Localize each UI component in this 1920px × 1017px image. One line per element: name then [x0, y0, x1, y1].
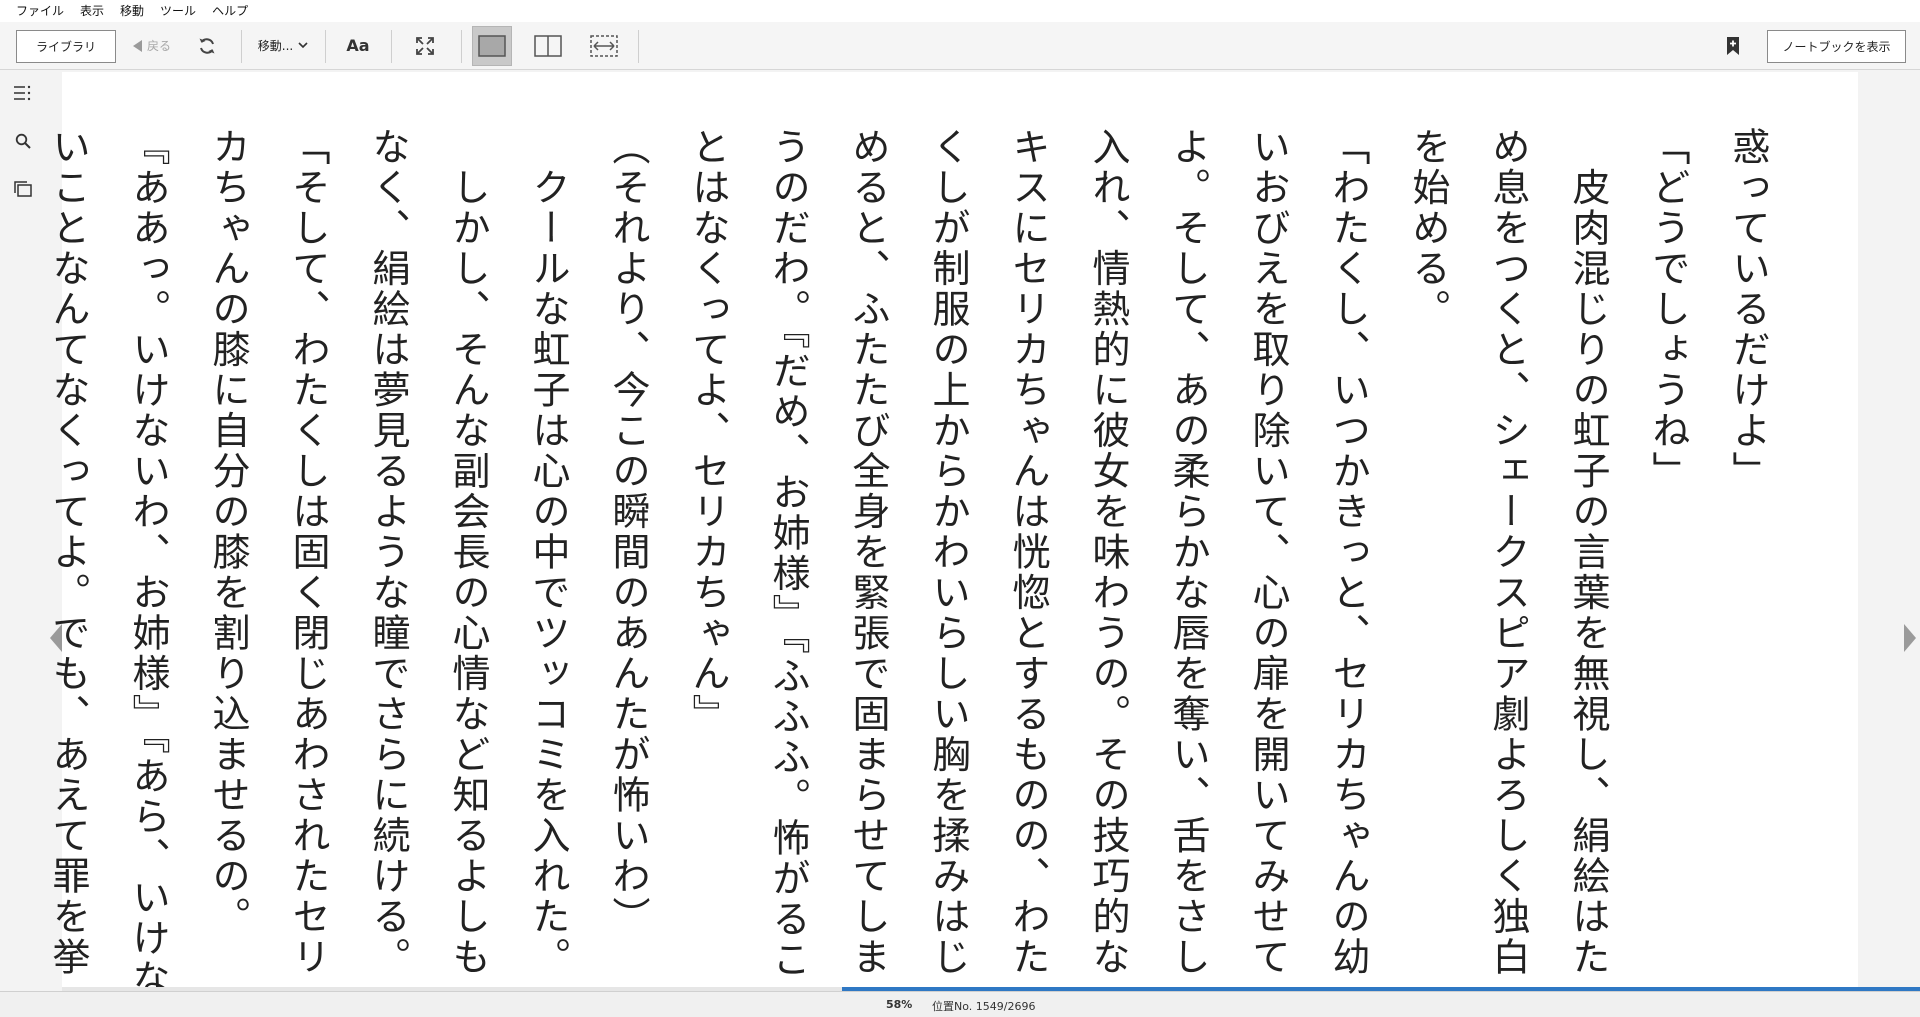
book-text: 惑っているだけよ」 「どうでしょうね」 皮肉混じりの虹子の言葉を無視し、絹絵はため…	[28, 127, 1788, 1007]
goto-label: 移動...	[257, 39, 294, 53]
font-label: Aa	[346, 36, 370, 55]
table-of-contents-button[interactable]	[12, 82, 34, 104]
back-label: 戻る	[146, 39, 171, 53]
sync-button[interactable]	[190, 22, 224, 69]
menu-tools[interactable]: ツール	[152, 0, 204, 22]
book-page: 惑っているだけよ」 「どうでしょうね」 皮肉混じりの虹子の言葉を無視し、絹絵はため…	[46, 72, 1858, 999]
location-indicator: 位置No. 1549/2696	[932, 1000, 1036, 1013]
chevron-down-icon	[298, 42, 308, 49]
table-of-contents-icon	[14, 85, 31, 101]
font-settings-button[interactable]: Aa	[336, 22, 380, 69]
text-column: め息をつくと、シェークスピア劇よろしく独白	[1486, 127, 1530, 978]
add-bookmark-button[interactable]	[1720, 22, 1746, 69]
next-page-arrow-icon[interactable]	[1902, 620, 1920, 656]
toolbar-separator	[461, 30, 462, 63]
bookmark-plus-icon	[1727, 36, 1739, 55]
text-column: しかし、そんな副会長の心情など知るよしも	[446, 127, 490, 978]
menu-help[interactable]: ヘルプ	[204, 0, 256, 22]
text-column: （それより、今この瞬間のあんたが怖いわ）	[606, 127, 650, 937]
text-column: めると、ふたたび全身を緊張で固まらせてしま	[846, 127, 890, 978]
text-column: 『ああっ。いけないわ、お姉様』『あら、いけな	[126, 127, 170, 999]
text-column: いことなんてなくってよ。でも、あえて罪を挙	[46, 127, 90, 978]
text-column: クールな虹子は心の中でツッコミを入れた。	[526, 127, 570, 978]
toolbar-separator	[241, 30, 242, 63]
text-column: とはなくってよ、セリカちゃん』	[686, 127, 730, 735]
text-column: なく、絹絵は夢見るような瞳でさらに続ける。	[366, 127, 410, 978]
two-page-view-button[interactable]	[528, 22, 568, 69]
progress-percent: 58%	[886, 998, 913, 1011]
toolbar-separator	[391, 30, 392, 63]
goto-dropdown[interactable]: 移動...	[250, 22, 316, 69]
text-column: 「そして、わたくしは固く閉じあわされたセリ	[286, 127, 330, 978]
text-column: を始める。	[1406, 127, 1450, 330]
text-column: キスにセリカちゃんは恍惚とするものの、わた	[1006, 127, 1050, 978]
menu-go[interactable]: 移動	[112, 0, 152, 22]
text-column: いおびえを取り除いて、心の扉を開いてみせて	[1246, 127, 1290, 978]
fit-width-icon	[590, 34, 618, 57]
two-page-icon	[534, 34, 562, 57]
menu-view[interactable]: 表示	[72, 0, 112, 22]
library-button[interactable]: ライブラリ	[16, 30, 116, 63]
show-notebook-button[interactable]: ノートブックを表示	[1767, 30, 1906, 63]
status-bar: 58% 位置No. 1549/2696	[0, 991, 1920, 1017]
single-page-view-button[interactable]	[472, 26, 512, 66]
menu-file[interactable]: ファイル	[8, 0, 72, 22]
text-column: 「どうでしょうね」	[1646, 127, 1690, 492]
text-column: くしが制服の上からかわいらしい胸を揉みはじ	[926, 127, 970, 978]
text-column: カちゃんの膝に自分の膝を割り込ませるの。	[206, 127, 250, 937]
back-button[interactable]: 戻る	[126, 22, 178, 69]
fit-width-view-button[interactable]	[584, 22, 624, 69]
text-column: よ。そして、あの柔らかな唇を奪い、舌をさし	[1166, 127, 1210, 978]
fullscreen-icon	[416, 36, 434, 55]
toolbar-separator	[325, 30, 326, 63]
text-column: 「わたくし、いつかきっと、セリカちゃんの幼	[1326, 127, 1370, 978]
toolbar-separator	[638, 30, 639, 63]
menu-bar: ファイル 表示 移動 ツール ヘルプ	[0, 0, 1920, 22]
fullscreen-button[interactable]	[404, 22, 446, 69]
text-column: 皮肉混じりの虹子の言葉を無視し、絹絵はた	[1566, 127, 1610, 978]
toolbar: ライブラリ 戻る 移動... Aa ノートブックを表示	[0, 22, 1920, 70]
text-column: 惑っているだけよ」	[1726, 127, 1770, 492]
single-page-icon	[478, 35, 506, 57]
sync-icon	[199, 37, 215, 54]
text-column: うのだわ。『だめ、お姉様』『ふふふ。怖がるこ	[766, 127, 810, 980]
back-arrow-icon	[132, 39, 142, 52]
text-column: 入れ、情熱的に彼女を味わうの。その技巧的な	[1086, 127, 1130, 978]
